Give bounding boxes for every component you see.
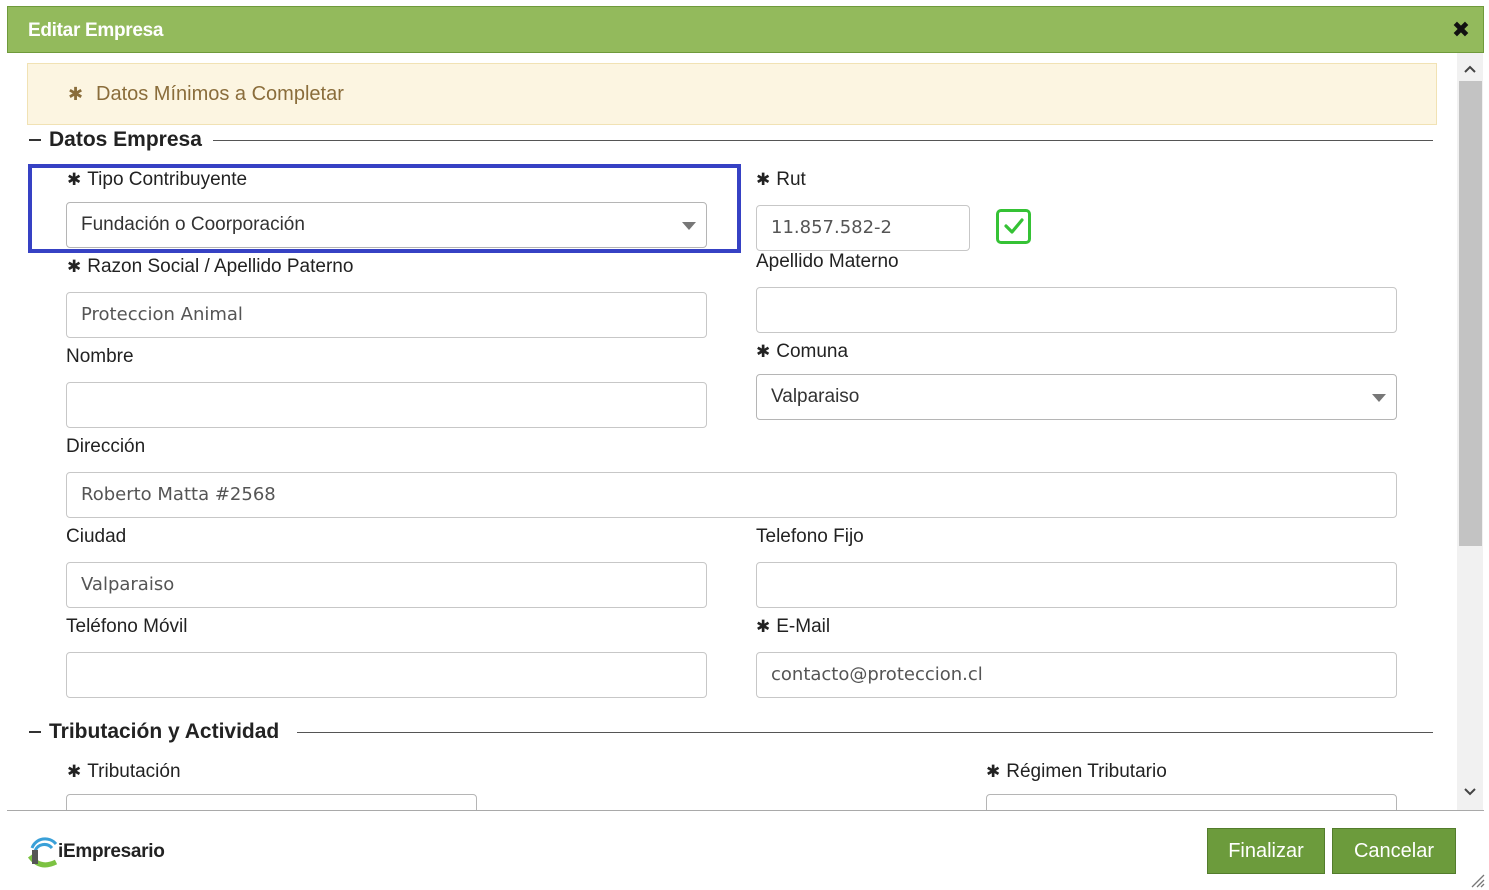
required-star-icon: ✱ bbox=[67, 257, 82, 276]
comuna-label: ✱ Comuna bbox=[756, 341, 849, 362]
email-input[interactable]: contacto@proteccion.cl bbox=[756, 652, 1397, 698]
materno-input[interactable] bbox=[756, 287, 1397, 333]
logo-text: iEmpresario bbox=[58, 841, 165, 862]
logo-icon bbox=[26, 834, 62, 870]
fijo-input[interactable] bbox=[756, 562, 1397, 608]
scrollbar[interactable] bbox=[1457, 53, 1483, 810]
chevron-down-icon[interactable] bbox=[1457, 778, 1483, 804]
tributacion-label: ✱ Tributación bbox=[67, 761, 181, 782]
section-company-legend[interactable]: Datos Empresa bbox=[29, 128, 202, 151]
direccion-label: Dirección bbox=[66, 436, 146, 457]
check-icon bbox=[996, 209, 1031, 244]
tipo-label: ✱ Tipo Contribuyente bbox=[67, 169, 248, 190]
section-company-title: Datos Empresa bbox=[49, 128, 202, 151]
required-star-icon: ✱ bbox=[67, 762, 82, 781]
footer-divider bbox=[7, 810, 1484, 811]
materno-label: Apellido Materno bbox=[756, 251, 899, 272]
fijo-label: Telefono Fijo bbox=[756, 526, 864, 547]
required-notice: ✱ Datos Mínimos a Completar bbox=[27, 63, 1437, 125]
collapse-icon[interactable] bbox=[29, 139, 41, 141]
section-tax-title: Tributación y Actividad bbox=[49, 720, 280, 743]
scrollbar-thumb[interactable] bbox=[1459, 81, 1482, 546]
required-star-icon: ✱ bbox=[756, 342, 771, 361]
nombre-input[interactable] bbox=[66, 382, 707, 428]
notice-text: Datos Mínimos a Completar bbox=[96, 83, 344, 105]
ciudad-input[interactable]: Valparaiso bbox=[66, 562, 707, 608]
rut-input[interactable]: 11.857.582-2 bbox=[756, 205, 970, 251]
dialog-titlebar: Editar Empresa ✖ bbox=[7, 6, 1484, 53]
resize-handle-icon[interactable] bbox=[1469, 872, 1485, 888]
finalize-button[interactable]: Finalizar bbox=[1207, 828, 1325, 874]
comuna-select-value: Valparaiso bbox=[771, 386, 860, 407]
tipo-select[interactable]: Fundación o Coorporación bbox=[66, 202, 707, 248]
dialog-title: Editar Empresa bbox=[28, 20, 164, 41]
required-star-icon: ✱ bbox=[756, 617, 771, 636]
nombre-label: Nombre bbox=[66, 346, 134, 367]
app-logo: iEmpresario bbox=[26, 834, 165, 870]
rut-label: ✱ Rut bbox=[756, 169, 806, 190]
movil-input[interactable] bbox=[66, 652, 707, 698]
chevron-up-icon[interactable] bbox=[1457, 55, 1483, 81]
razon-input[interactable]: Proteccion Animal bbox=[66, 292, 707, 338]
chevron-down-icon bbox=[682, 222, 696, 230]
section-divider bbox=[297, 732, 1433, 733]
required-star-icon: ✱ bbox=[68, 84, 84, 104]
regimen-select[interactable] bbox=[986, 794, 1397, 810]
required-star-icon: ✱ bbox=[67, 170, 82, 189]
required-star-icon: ✱ bbox=[986, 762, 1001, 781]
regimen-label: ✱ Régimen Tributario bbox=[986, 761, 1167, 782]
tipo-select-value: Fundación o Coorporación bbox=[81, 214, 305, 235]
movil-label: Teléfono Móvil bbox=[66, 616, 188, 637]
section-divider bbox=[213, 140, 1433, 141]
cancel-button[interactable]: Cancelar bbox=[1332, 828, 1456, 874]
section-tax-legend[interactable]: Tributación y Actividad bbox=[29, 720, 280, 743]
comuna-select[interactable]: Valparaiso bbox=[756, 374, 1397, 420]
direccion-input[interactable]: Roberto Matta #2568 bbox=[66, 472, 1397, 518]
tributacion-select[interactable] bbox=[66, 794, 477, 810]
dialog-content: ✱ Datos Mínimos a Completar Datos Empres… bbox=[7, 53, 1457, 810]
ciudad-label: Ciudad bbox=[66, 526, 127, 547]
chevron-down-icon bbox=[1372, 394, 1386, 402]
razon-label: ✱ Razon Social / Apellido Paterno bbox=[67, 256, 354, 277]
email-label: ✱ E-Mail bbox=[756, 616, 831, 637]
collapse-icon[interactable] bbox=[29, 731, 41, 733]
required-star-icon: ✱ bbox=[756, 170, 771, 189]
close-icon[interactable]: ✖ bbox=[1451, 19, 1471, 41]
